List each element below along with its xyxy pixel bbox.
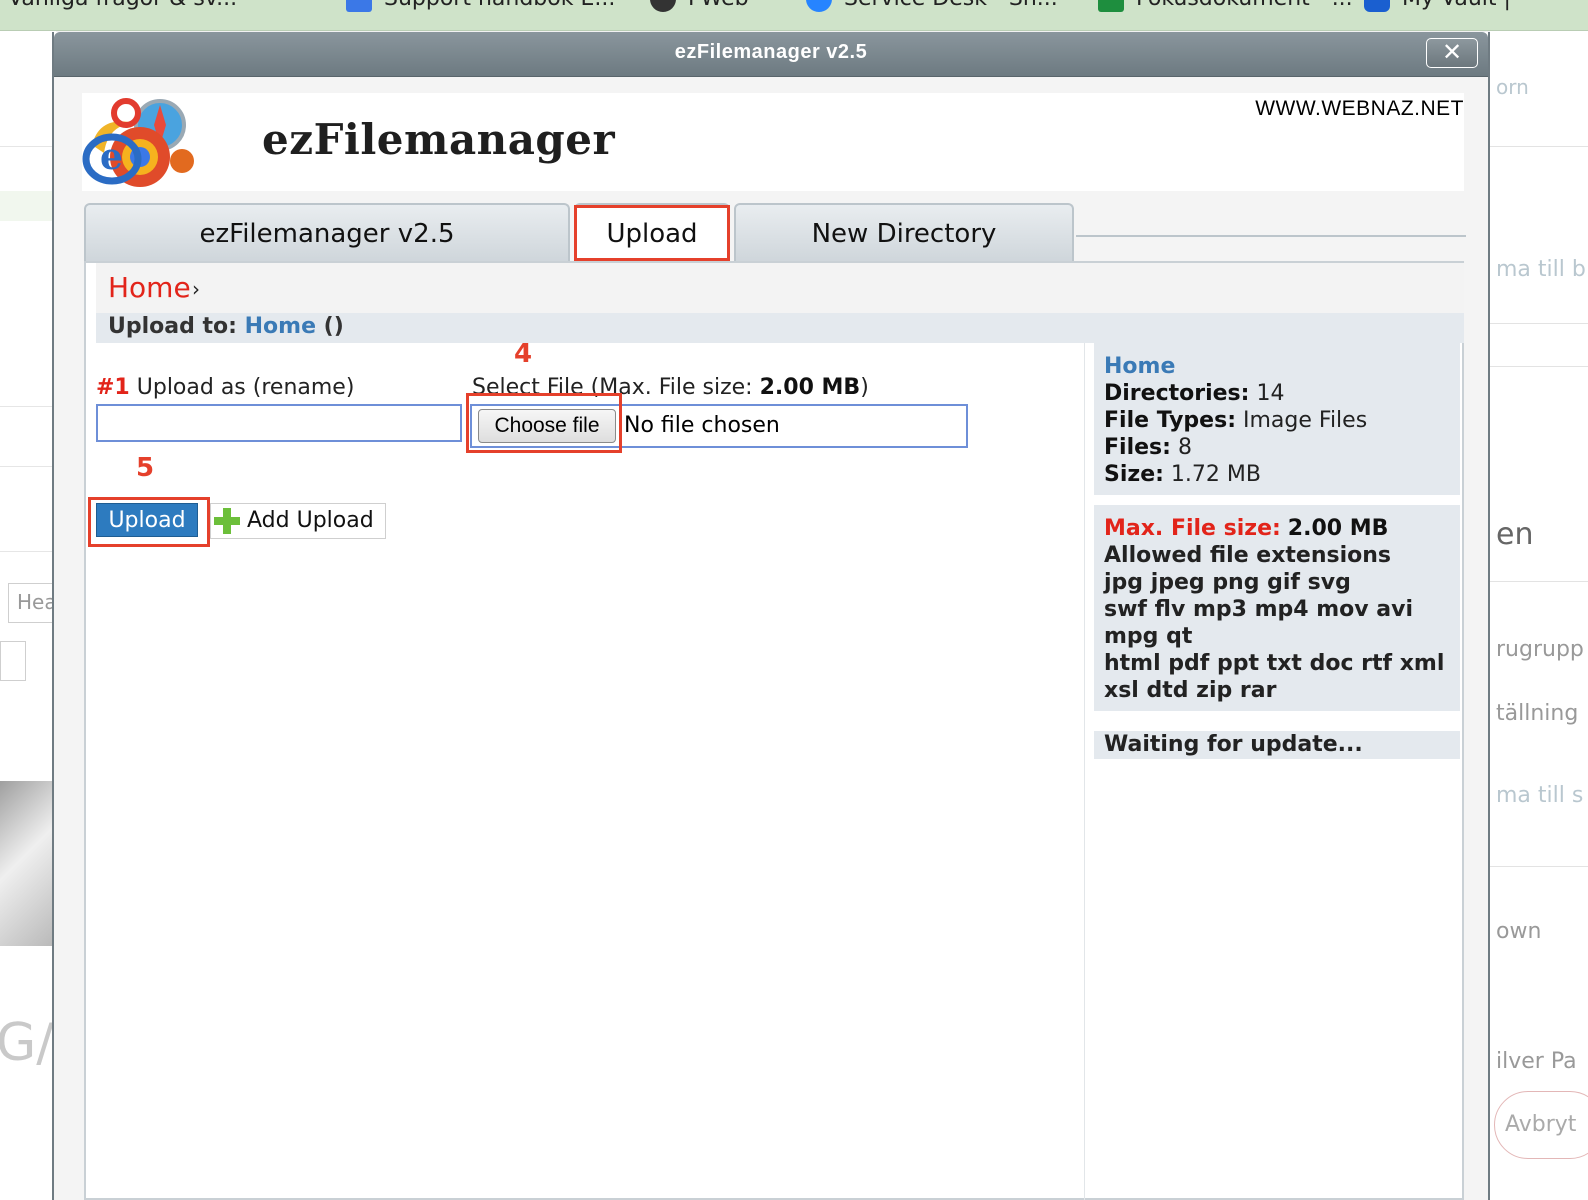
document-icon [346, 0, 372, 12]
dialog-content-frame: e ezFilemanager WWW.WEBNAZ.NET ezFileman… [54, 77, 1488, 1200]
directory-info-title: Home [1104, 354, 1176, 379]
upload-target: Upload to: Home () [108, 314, 344, 339]
background-image [0, 781, 56, 946]
close-icon: ✕ [1441, 38, 1463, 66]
tab-divider-line [1076, 235, 1466, 237]
extension-line: html pdf ppt txt doc rtf xml [1104, 651, 1445, 676]
highlight-choose-file [466, 393, 622, 453]
directory-info-box: Home Directories: 14 File Types: Image F… [1094, 343, 1460, 495]
plus-icon [214, 508, 240, 534]
files-count: Files: 8 [1104, 435, 1192, 460]
directory-size: Size: 1.72 MB [1104, 462, 1261, 487]
tab-home[interactable]: ezFilemanager v2.5 [84, 203, 570, 261]
bookmark-item[interactable]: FWeb [650, 0, 749, 12]
breadcrumb: Home › [96, 263, 1464, 313]
bookmark-item[interactable]: My Vault | [1364, 0, 1511, 12]
background-cancel-button: Avbryt [1494, 1091, 1588, 1159]
sheet-icon [1098, 0, 1124, 12]
service-desk-icon [806, 0, 832, 12]
highlight-upload-tab [574, 205, 730, 261]
upload-limits-box: Max. File size: 2.00 MB Allowed file ext… [1094, 505, 1460, 711]
file-chosen-status: No file chosen [624, 413, 780, 438]
max-file-size: Max. File size: 2.00 MB [1104, 516, 1389, 541]
breadcrumb-separator-icon: › [192, 277, 200, 301]
annotation-step-5: 5 [136, 453, 155, 483]
bookmark-item[interactable]: Fokusdokument - ... [1098, 0, 1353, 12]
vault-icon [1364, 0, 1390, 12]
header-banner: e ezFilemanager WWW.WEBNAZ.NET [82, 93, 1464, 191]
tab-new-directory[interactable]: New Directory [734, 203, 1074, 261]
upload-target-dir-link[interactable]: Home [245, 314, 316, 339]
extension-line: xsl dtd zip rar [1104, 678, 1277, 703]
dialog-title: ezFilemanager v2.5 [674, 41, 868, 63]
bookmarks-bar: Vanliga frågor & sv... Support handbok E… [0, 0, 1588, 31]
file-types: File Types: Image Files [1104, 408, 1368, 433]
upload-to-bar: Upload to: Home () [96, 313, 1464, 343]
rename-input[interactable] [96, 404, 462, 442]
highlight-upload-button [88, 497, 210, 547]
browsers-logo-icon: e [82, 98, 194, 187]
background-page-left: Hea G/ [0, 31, 57, 1200]
background-page-right: orn ma till b en rugrupp tällning ma til… [1490, 31, 1588, 1200]
annotation-step-4: 4 [514, 339, 533, 369]
add-upload-button[interactable]: Add Upload [210, 503, 386, 539]
status-text: Waiting for update... [1104, 732, 1363, 757]
svg-text:e: e [100, 136, 123, 178]
breadcrumb-home-link[interactable]: Home [108, 271, 191, 304]
dialog-titlebar[interactable]: ezFilemanager v2.5 ✕ [54, 32, 1488, 77]
filemanager-dialog: ezFilemanager v2.5 ✕ e ezFilemanager WWW… [52, 32, 1490, 1200]
close-button[interactable]: ✕ [1426, 38, 1478, 68]
background-input: Hea [8, 583, 57, 623]
bookmark-icon [650, 0, 676, 12]
extension-line: jpg jpeg png gif svg [1104, 570, 1351, 595]
status-box: Waiting for update... [1094, 731, 1460, 759]
bookmark-item[interactable]: Vanliga frågor & sv... [0, 0, 237, 12]
extension-line: mpg qt [1104, 624, 1193, 649]
extension-line: swf flv mp3 mp4 mov avi [1104, 597, 1413, 622]
upload-panel: Home › Upload to: Home () 4 5 #1 Upload … [84, 261, 1464, 1200]
brand-title: ezFilemanager [262, 115, 616, 164]
rename-label: #1 Upload as (rename) [96, 375, 355, 400]
column-divider [1084, 343, 1085, 1200]
site-url: WWW.WEBNAZ.NET [1255, 97, 1464, 120]
allowed-extensions-title: Allowed file extensions [1104, 543, 1392, 568]
tab-bar: ezFilemanager v2.5 Upload New Directory [84, 203, 1466, 263]
bookmark-item[interactable]: Service Desk - Sh... [806, 0, 1058, 12]
directories-count: Directories: 14 [1104, 381, 1285, 406]
bookmark-item[interactable]: Support handbok E... [346, 0, 615, 12]
